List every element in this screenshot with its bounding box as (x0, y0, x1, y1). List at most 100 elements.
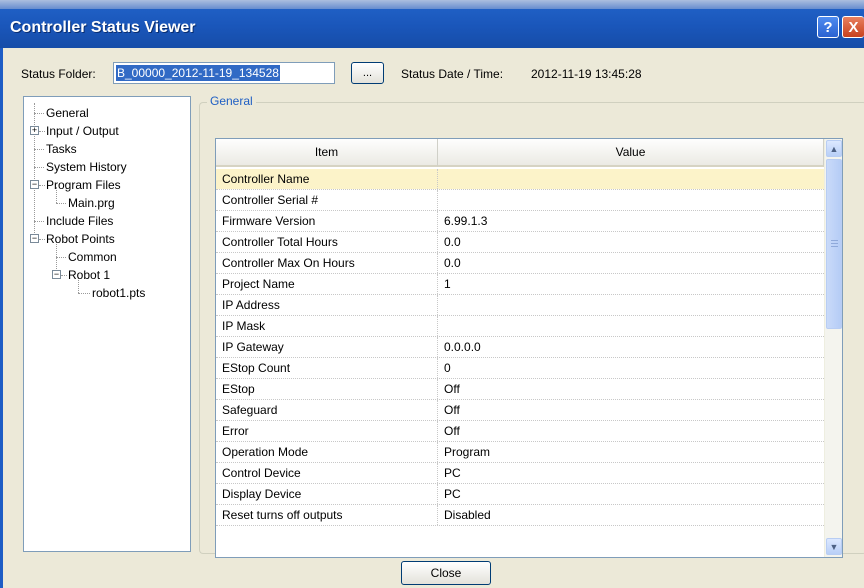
title-bar-top-strip (0, 0, 864, 9)
value-cell: 6.99.1.3 (444, 214, 488, 228)
table-row[interactable]: Reset turns off outputs Disabled (216, 505, 824, 526)
item-cell: Controller Name (216, 169, 438, 189)
tree-connector-line (34, 113, 44, 114)
collapse-icon[interactable]: − (30, 234, 39, 243)
table-row[interactable]: Firmware Version 6.99.1.3 (216, 211, 824, 232)
tree-item[interactable]: Robot 1 (68, 268, 110, 282)
title-bar: Controller Status Viewer ? X (0, 0, 864, 48)
item-cell: Controller Total Hours (216, 232, 438, 252)
table-row[interactable]: Controller Name (216, 169, 824, 190)
value-cell: Off (444, 424, 460, 438)
tree-connector-line (61, 275, 67, 276)
value-cell: 0.0.0.0 (444, 340, 481, 354)
item-cell: IP Gateway (216, 337, 438, 357)
value-cell: 0.0 (444, 256, 461, 270)
value-cell (438, 169, 824, 189)
item-cell: Operation Mode (216, 442, 438, 462)
table-row[interactable]: EStop Count 0 (216, 358, 824, 379)
table-row[interactable]: Operation Mode Program (216, 442, 824, 463)
tree-item[interactable]: Include Files (46, 214, 113, 228)
chevron-up-icon: ▲ (829, 143, 839, 154)
tree-item[interactable]: robot1.pts (92, 286, 145, 300)
tree-item[interactable]: Input / Output (46, 124, 119, 138)
item-cell: Controller Serial # (216, 190, 438, 210)
scroll-down-button[interactable]: ▼ (826, 538, 842, 555)
dialog-client: Status Folder: B_00000_2012-11-19_134528… (0, 48, 864, 588)
column-header-value[interactable]: Value (438, 139, 824, 167)
value-cell: Program (444, 445, 491, 459)
table-row[interactable]: Project Name 1 (216, 274, 824, 295)
tree-item[interactable]: Tasks (46, 142, 77, 156)
value-cell: PC (444, 487, 461, 501)
table-row[interactable]: Controller Serial # (216, 190, 824, 211)
table-row[interactable]: Controller Max On Hours 0.0 (216, 253, 824, 274)
tree-connector-line (39, 185, 45, 186)
item-cell: Firmware Version (216, 211, 438, 231)
value-cell: Off (444, 403, 460, 417)
item-cell: IP Mask (216, 316, 438, 336)
tree-item[interactable]: System History (46, 160, 127, 174)
table-row[interactable]: IP Gateway 0.0.0.0 (216, 337, 824, 358)
status-folder-label: Status Folder: (21, 67, 96, 81)
expand-icon[interactable]: + (30, 126, 39, 135)
item-cell: IP Address (216, 295, 438, 315)
item-cell: Control Device (216, 463, 438, 483)
value-cell: 1 (444, 277, 451, 291)
tree-connector-line (39, 131, 45, 132)
close-button[interactable]: Close (401, 561, 491, 585)
tree-item[interactable]: Robot Points (46, 232, 115, 246)
scroll-thumb[interactable] (826, 159, 842, 329)
table-row[interactable]: IP Mask (216, 316, 824, 337)
tree-connector-line (34, 221, 44, 222)
tree-connector-line (56, 257, 66, 258)
table-row[interactable]: Control Device PC (216, 463, 824, 484)
thumb-grip-line (831, 246, 838, 247)
navigation-tree[interactable]: General + Input / Output Tasks System Histor… (23, 96, 191, 552)
help-button[interactable]: ? (817, 16, 839, 38)
collapse-icon[interactable]: − (30, 180, 39, 189)
table-row[interactable]: Controller Total Hours 0.0 (216, 232, 824, 253)
tree-item[interactable]: Program Files (46, 178, 121, 192)
status-folder-input[interactable]: B_00000_2012-11-19_134528 (113, 62, 335, 84)
status-grid[interactable]: Item Value ▲ ▼ Controller Name Controller… (215, 138, 843, 558)
value-cell (438, 295, 824, 315)
value-cell: 0 (444, 361, 451, 375)
value-cell: Disabled (444, 508, 491, 522)
group-label: General (207, 94, 256, 108)
column-header-item[interactable]: Item (216, 139, 438, 167)
vertical-scrollbar[interactable]: ▲ ▼ (824, 139, 842, 557)
value-cell: Off (444, 382, 460, 396)
tree-item[interactable]: Main.prg (68, 196, 115, 210)
collapse-icon[interactable]: − (52, 270, 61, 279)
tree-item[interactable]: Common (68, 250, 117, 264)
tree-connector-line (78, 293, 90, 294)
chevron-down-icon: ▼ (829, 541, 839, 552)
browse-button[interactable]: ... (351, 62, 384, 84)
window-close-button[interactable]: X (842, 16, 864, 38)
value-cell (438, 190, 824, 210)
table-row[interactable]: Display Device PC (216, 484, 824, 505)
value-cell: PC (444, 466, 461, 480)
item-cell: EStop (216, 379, 438, 399)
tree-connector-line (56, 203, 66, 204)
thumb-grip-line (831, 240, 838, 241)
tree-connector-line (34, 167, 44, 168)
table-row[interactable]: Error Off (216, 421, 824, 442)
value-cell (438, 316, 824, 336)
table-row[interactable]: EStop Off (216, 379, 824, 400)
table-row[interactable]: Safeguard Off (216, 400, 824, 421)
status-date-label: Status Date / Time: (401, 67, 504, 81)
item-cell: Display Device (216, 484, 438, 504)
item-cell: Controller Max On Hours (216, 253, 438, 273)
item-cell: Project Name (216, 274, 438, 294)
tree-item[interactable]: General (46, 106, 89, 120)
item-cell: Reset turns off outputs (216, 505, 438, 525)
tree-connector-line (39, 239, 45, 240)
tree-connector-line (34, 149, 44, 150)
item-cell: Safeguard (216, 400, 438, 420)
table-row[interactable]: IP Address (216, 295, 824, 316)
scroll-up-button[interactable]: ▲ (826, 140, 842, 157)
window-title: Controller Status Viewer (10, 19, 196, 36)
thumb-grip-line (831, 243, 838, 244)
item-cell: EStop Count (216, 358, 438, 378)
